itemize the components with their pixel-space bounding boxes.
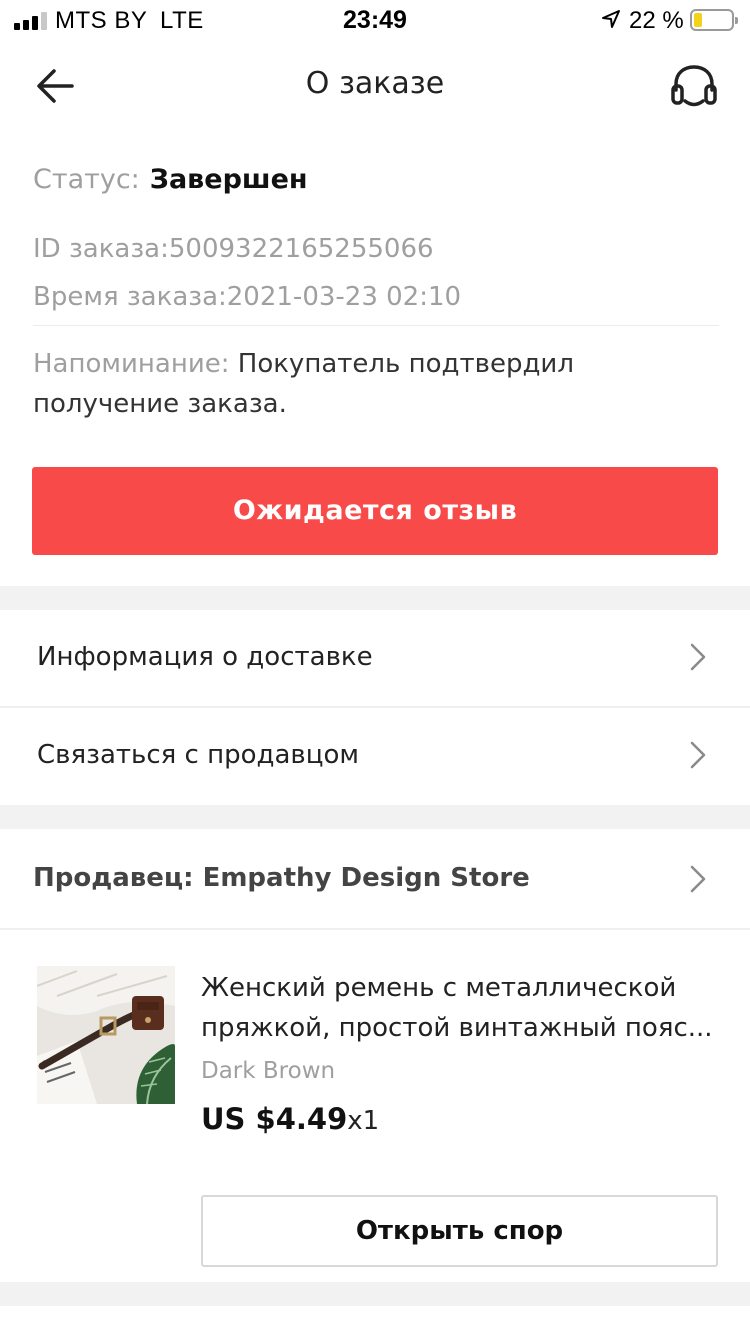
battery-icon [690, 9, 738, 31]
order-time: Время заказа:2021-03-23 02:10 [33, 282, 462, 312]
order-id: ID заказа:5009322165255066 [33, 234, 434, 264]
section-divider [0, 1282, 750, 1306]
nav-bar: О заказе [0, 40, 750, 130]
order-status: Статус: Завершен [33, 164, 308, 195]
section-divider [0, 805, 750, 829]
contact-seller-label: Связаться с продавцом [37, 740, 359, 770]
location-arrow-icon [602, 10, 620, 28]
product-variant: Dark Brown [201, 1058, 336, 1084]
chevron-right-icon [690, 741, 706, 769]
seller-row[interactable]: Продавец: Empathy Design Store [0, 829, 750, 929]
status-value: Завершен [149, 164, 308, 195]
headset-icon[interactable] [668, 62, 720, 110]
product-thumbnail[interactable] [37, 966, 175, 1104]
status-bar: MTS BY LTE 23:49 22 % [0, 0, 750, 40]
page-title: О заказе [305, 66, 445, 101]
contact-seller-row[interactable]: Связаться с продавцом [0, 708, 750, 804]
delivery-info-label: Информация о доставке [37, 642, 373, 672]
open-dispute-button[interactable]: Открыть спор [201, 1195, 718, 1267]
reminder-label: Напоминание: [33, 349, 230, 379]
divider [33, 325, 719, 326]
delivery-info-row[interactable]: Информация о доставке [0, 610, 750, 706]
awaiting-review-button[interactable]: Ожидается отзыв [32, 467, 718, 555]
chevron-right-icon [690, 643, 706, 671]
product-quantity: x1 [347, 1106, 380, 1136]
product-price-line: US $4.49x1 [201, 1102, 379, 1136]
status-label: Статус: [33, 164, 140, 195]
battery-percentage: 22 % [629, 7, 684, 34]
product-item: Женский ремень с металлической пряжкой, … [0, 930, 750, 1280]
chevron-right-icon [690, 865, 706, 893]
product-price: US $4.49 [201, 1102, 348, 1136]
section-divider [0, 586, 750, 610]
seller-name: Продавец: Empathy Design Store [33, 863, 530, 893]
order-reminder: Напоминание: Покупатель подтвердил получ… [33, 344, 693, 424]
product-title[interactable]: Женский ремень с металлической пряжкой, … [201, 968, 721, 1048]
